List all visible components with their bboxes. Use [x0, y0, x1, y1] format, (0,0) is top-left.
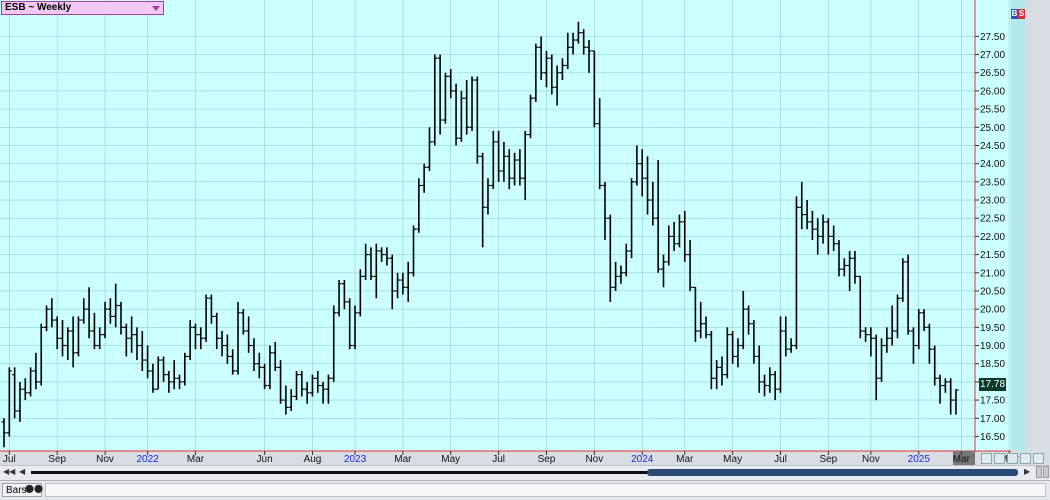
trade-buttons: B S [1011, 9, 1025, 19]
bottom-toolbar: Bars ⬤⬤ [0, 480, 1050, 500]
y-tick-label: 18.50 [980, 359, 1005, 370]
bars-label: Bars [6, 485, 27, 496]
right-panel [1011, 0, 1025, 451]
x-tick-label: Mar [187, 454, 205, 465]
x-tick-label: Nov [585, 454, 603, 465]
y-tick-label: 20.50 [980, 286, 1005, 297]
y-tick-label: 24.00 [980, 159, 1005, 170]
y-tick-label: 26.00 [980, 86, 1005, 97]
dropdown-arrow-icon[interactable] [152, 6, 160, 11]
x-tick-label: Mar [394, 454, 412, 465]
buy-button[interactable]: B [1011, 9, 1018, 19]
price-chart[interactable]: 16.5017.0017.5018.0018.5019.0019.5020.00… [0, 0, 1050, 465]
bottom-panel [45, 483, 1046, 497]
y-tick-label: 21.00 [980, 268, 1005, 279]
y-tick-label: 27.50 [980, 32, 1005, 43]
y-tick-label: 19.50 [980, 323, 1005, 334]
y-tick-label: 22.50 [980, 214, 1005, 225]
tool-icon-2[interactable] [994, 453, 1005, 464]
x-tick-label: 2024 [631, 454, 654, 465]
chain-icon[interactable]: ⬤⬤ [25, 484, 43, 493]
x-tick-label: 2023 [344, 454, 367, 465]
y-tick-label: 24.50 [980, 141, 1005, 152]
x-tick-label: Jul [3, 454, 16, 465]
tool-icon-4[interactable] [1020, 453, 1031, 464]
x-tick-label: Jul [492, 454, 505, 465]
x-tick-label: Sep [48, 454, 66, 465]
scroll-left-icon[interactable]: ◀ [19, 467, 25, 476]
y-tick-label: 22.00 [980, 232, 1005, 243]
y-tick-label: 23.00 [980, 196, 1005, 207]
sell-button[interactable]: S [1018, 9, 1025, 19]
y-tick-label: 19.00 [980, 341, 1005, 352]
x-tick-label: Nov [862, 454, 880, 465]
tool-icon-5[interactable] [1033, 453, 1044, 464]
right-edge [1025, 0, 1050, 465]
y-tick-label: 16.50 [980, 432, 1005, 443]
y-tick-label: 20.00 [980, 305, 1005, 316]
x-tick-label: Sep [538, 454, 556, 465]
x-tick-label: Nov [96, 454, 114, 465]
symbol-selector[interactable]: ESB ~ Weekly [1, 1, 164, 15]
x-tick-label: Aug [304, 454, 322, 465]
scroll-thumb[interactable] [647, 469, 1018, 476]
y-tick-label: 26.50 [980, 68, 1005, 79]
x-tick-label: May [723, 454, 742, 465]
chart-tool-icons [981, 453, 1044, 464]
y-tick-label: 21.50 [980, 250, 1005, 261]
horizontal-scrollbar[interactable]: ◀◀ ◀ ▶ [0, 465, 1050, 480]
x-tick-label: May [441, 454, 460, 465]
x-tick-label: 2025 [908, 454, 931, 465]
y-tick-label: 27.00 [980, 50, 1005, 61]
scroll-start-icon[interactable]: ◀◀ [3, 467, 15, 476]
zoom-out-icon[interactable] [1043, 466, 1049, 478]
last-price-tag: 17.78 [979, 378, 1006, 391]
x-tick-label: Jul [774, 454, 787, 465]
tool-icon-3[interactable] [1007, 453, 1018, 464]
zoom-buttons [1036, 466, 1049, 478]
x-tick-label: Sep [819, 454, 837, 465]
x-tick-label: Jun [257, 454, 273, 465]
x-tick-label: Mar [676, 454, 694, 465]
y-tick-label: 17.00 [980, 414, 1005, 425]
y-tick-label: 25.00 [980, 123, 1005, 134]
tool-icon-1[interactable] [981, 453, 992, 464]
y-tick-label: 23.50 [980, 177, 1005, 188]
x-tick-label: 2022 [136, 454, 159, 465]
x-tick-label: Mar [953, 454, 971, 465]
scroll-right-icon[interactable]: ▶ [1024, 467, 1030, 476]
y-tick-label: 25.50 [980, 105, 1005, 116]
zoom-in-icon[interactable] [1036, 466, 1042, 478]
y-tick-label: 17.50 [980, 396, 1005, 407]
x-axis-labels: Jul Sep Nov 2022 Mar Jun Aug 2023 Mar May Jul Sep No… [3, 451, 1019, 465]
chart-title: ESB ~ Weekly [5, 2, 72, 13]
